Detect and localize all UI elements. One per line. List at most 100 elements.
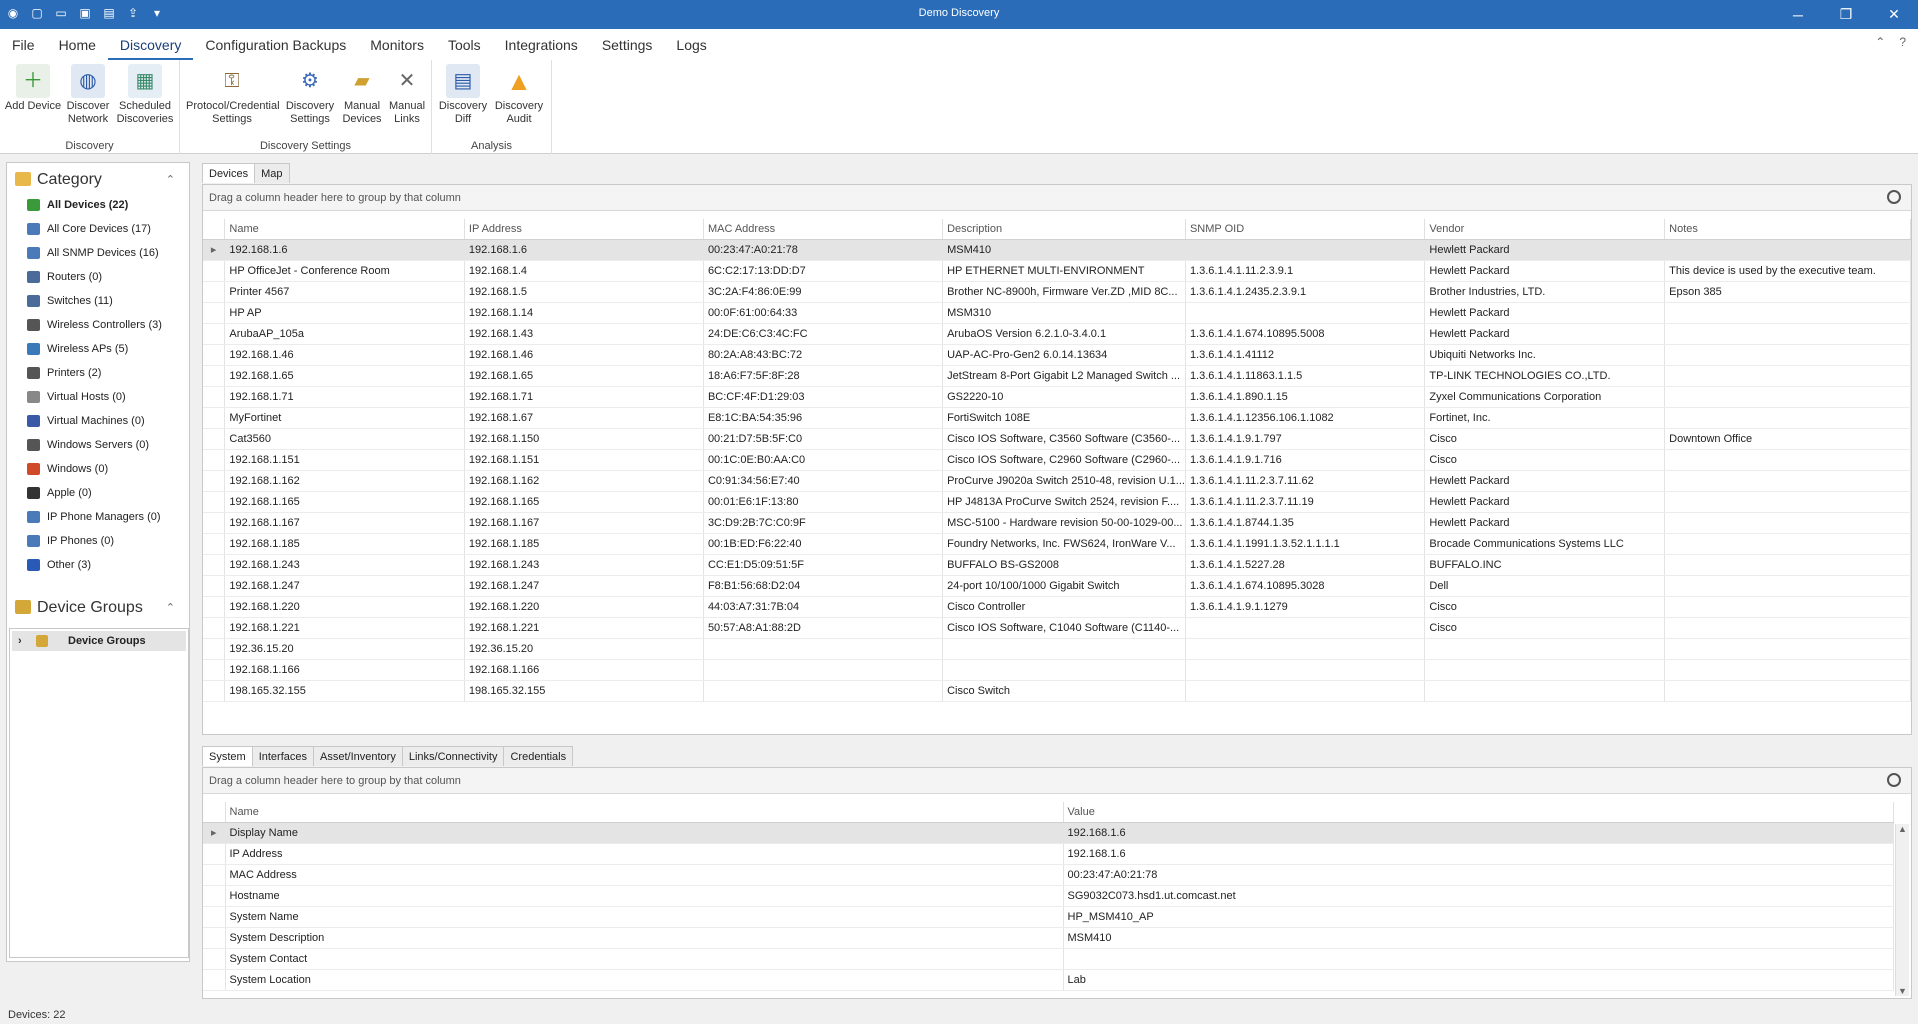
menu-tools[interactable]: Tools [436,29,493,60]
minimize-icon[interactable]: ─ [1774,0,1822,29]
device-groups-header[interactable]: Device Groups ⌃ [7,595,189,621]
category-item[interactable]: Virtual Hosts (0) [7,385,189,409]
column-header[interactable]: Description [942,219,1186,240]
column-header[interactable]: Vendor [1424,219,1666,240]
menu-home[interactable]: Home [47,29,108,60]
group-by-area[interactable]: Drag a column header here to group by th… [203,768,1911,794]
table-row[interactable]: ArubaAP_105a 192.168.1.43 24:DE:C6:C3:4C:F… [203,323,1911,345]
collapse-ribbon-icon[interactable]: ⌃ [1875,35,1885,49]
collapse-chevron-icon[interactable]: ⌃ [166,595,175,621]
table-row[interactable]: MyFortinet 192.168.1.67 E8:1C:BA:54:35:96 F… [203,407,1911,429]
table-row[interactable]: 192.168.1.166 192.168.1.166 [203,659,1911,681]
table-row[interactable]: 192.168.1.65 192.168.1.65 18:A6:F7:5F:8F:2… [203,365,1911,387]
table-row[interactable]: 192.168.1.46 192.168.1.46 80:2A:A8:43:BC:7… [203,344,1911,366]
category-item[interactable]: Wireless APs (5) [7,337,189,361]
search-icon[interactable] [1887,773,1901,787]
category-item[interactable]: Printers (2) [7,361,189,385]
menu-discovery[interactable]: Discovery [107,29,194,60]
table-row[interactable]: System Contact [203,948,1894,970]
table-row[interactable]: 192.168.1.247 192.168.1.247 F8:B1:56:68:D2… [203,575,1911,597]
column-header[interactable]: IP Address [464,219,704,240]
tab-devices[interactable]: Devices [202,163,256,183]
scheduled-discoveries-button[interactable]: ▦ Scheduled Discoveries [116,64,174,126]
table-row[interactable]: Hostname SG9032C073.hsd1.ut.comcast.net [203,885,1894,907]
menu-integrations[interactable]: Integrations [493,29,590,60]
table-row[interactable]: 192.36.15.20 192.36.15.20 [203,638,1911,660]
category-item[interactable]: Windows (0) [7,457,189,481]
discovery-audit-button[interactable]: ▲ Discovery Audit [492,64,546,126]
group-by-area[interactable]: Drag a column header here to group by th… [203,185,1911,211]
table-row[interactable]: 198.165.32.155 198.165.32.155 Cisco Switch [203,680,1911,702]
tab-system[interactable]: System [202,746,253,766]
table-row[interactable]: 192.168.1.165 192.168.1.165 00:01:E6:1F:13… [203,491,1911,513]
column-header[interactable]: SNMP OID [1185,219,1426,240]
column-header[interactable]: Name [224,219,465,240]
table-row[interactable]: 192.168.1.162 192.168.1.162 C0:91:34:56:E7… [203,470,1911,492]
table-row[interactable]: HP OfficeJet - Conference Room 192.168.1.… [203,260,1911,282]
category-item[interactable]: Windows Servers (0) [7,433,189,457]
manual-links-button[interactable]: ✕ Manual Links [386,64,428,126]
category-item[interactable]: All SNMP Devices (16) [7,241,189,265]
restore-icon[interactable]: ❐ [1822,0,1870,29]
category-item[interactable]: Routers (0) [7,265,189,289]
table-row[interactable]: 192.168.1.71 192.168.1.71 BC:CF:4F:D1:29:0… [203,386,1911,408]
scroll-down-icon[interactable]: ▼ [1896,986,1909,996]
table-row[interactable]: 192.168.1.151 192.168.1.151 00:1C:0E:B0:AA… [203,449,1911,471]
menu-logs[interactable]: Logs [664,29,718,60]
table-row[interactable]: 192.168.1.185 192.168.1.185 00:1B:ED:F6:22… [203,533,1911,555]
discover-network-button[interactable]: ◍ Discover Network [64,64,112,126]
column-header[interactable]: Value [1063,802,1894,823]
category-item[interactable]: Switches (11) [7,289,189,313]
table-row[interactable]: System Name HP_MSM410_AP [203,906,1894,928]
column-header[interactable]: Notes [1664,219,1911,240]
column-header[interactable]: Name [225,802,1064,823]
search-icon[interactable] [1887,190,1901,204]
table-row[interactable]: 192.168.1.243 192.168.1.243 CC:E1:D5:09:51… [203,554,1911,576]
table-row[interactable]: Cat3560 192.168.1.150 00:21:D7:5B:5F:C0 Cis… [203,428,1911,450]
category-item[interactable]: Wireless Controllers (3) [7,313,189,337]
collapse-chevron-icon[interactable]: ⌃ [166,167,175,193]
table-row[interactable]: ▸ Display Name 192.168.1.6 [203,822,1894,844]
details-scrollbar[interactable]: ▲ ▼ [1895,824,1909,996]
category-item[interactable]: All Devices (22) [7,193,189,217]
table-row[interactable]: MAC Address 00:23:47:A0:21:78 [203,864,1894,886]
category-item[interactable]: All Core Devices (17) [7,217,189,241]
category-item[interactable]: Virtual Machines (0) [7,409,189,433]
menu-settings[interactable]: Settings [590,29,665,60]
menu-monitors[interactable]: Monitors [358,29,436,60]
table-row[interactable]: System Location Lab [203,969,1894,991]
menu-configuration-backups[interactable]: Configuration Backups [193,29,358,60]
column-header[interactable]: MAC Address [703,219,944,240]
tab-interfaces[interactable]: Interfaces [251,746,314,766]
table-row[interactable]: 192.168.1.167 192.168.1.167 3C:D9:2B:7C:C0… [203,512,1911,534]
table-row[interactable]: System Description MSM410 [203,927,1894,949]
category-item[interactable]: IP Phones (0) [7,529,189,553]
close-icon[interactable]: ✕ [1870,0,1918,29]
table-cell [1664,470,1911,492]
category-item[interactable]: Other (3) [7,553,189,577]
protocol-credential-settings-button[interactable]: ⚿ Protocol/Credential Settings [186,64,280,126]
category-header[interactable]: Category ⌃ [7,167,189,193]
tab-asset-inventory[interactable]: Asset/Inventory [313,746,403,766]
category-item[interactable]: IP Phone Managers (0) [7,505,189,529]
discovery-settings-button[interactable]: ⚙ Discovery Settings [284,64,336,126]
tab-map[interactable]: Map [254,163,290,183]
menu-file[interactable]: File [0,29,47,60]
scroll-up-icon[interactable]: ▲ [1896,824,1909,834]
table-cell [1185,239,1426,261]
table-row[interactable]: IP Address 192.168.1.6 [203,843,1894,865]
tab-credentials[interactable]: Credentials [503,746,574,766]
category-item[interactable]: Apple (0) [7,481,189,505]
table-row[interactable]: HP AP 192.168.1.14 00:0F:61:00:64:33 MSM310… [203,302,1911,324]
table-row[interactable]: 192.168.1.221 192.168.1.221 50:57:A8:A1:88… [203,617,1911,639]
manual-devices-button[interactable]: ▰ Manual Devices [340,64,384,126]
tab-links-connectivity[interactable]: Links/Connectivity [401,746,505,766]
tree-item-device-groups[interactable]: › Device Groups [12,631,186,651]
add-device-button[interactable]: ＋ Add Device [4,64,62,113]
expand-arrow-icon[interactable]: › [18,631,22,651]
help-icon[interactable]: ? [1899,35,1906,49]
table-row[interactable]: ▸ 192.168.1.6 192.168.1.6 00:23:47:A0:21:78… [203,239,1911,261]
table-row[interactable]: Printer 4567 192.168.1.5 3C:2A:F4:86:0E:99… [203,281,1911,303]
table-row[interactable]: 192.168.1.220 192.168.1.220 44:03:A7:31:7B… [203,596,1911,618]
discovery-diff-button[interactable]: ▤ Discovery Diff [436,64,490,126]
